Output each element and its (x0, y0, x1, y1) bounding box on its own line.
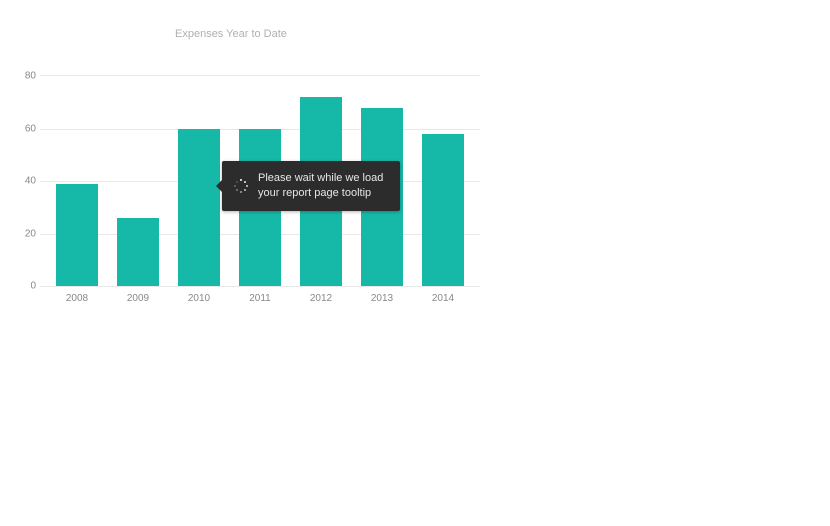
bar-2009[interactable] (117, 218, 159, 286)
x-tick-label: 2013 (361, 293, 403, 304)
y-tick-label: 80 (20, 71, 36, 82)
bar-chart: Expenses Year to Date 020406080 20082009… (0, 0, 500, 320)
plot-area: 020406080 2008200920102011201220132014 P… (40, 75, 480, 286)
y-tick-label: 40 (20, 176, 36, 187)
y-tick-label: 0 (20, 281, 36, 292)
x-tick-label: 2011 (239, 293, 281, 304)
chart-title: Expenses Year to Date (175, 28, 287, 40)
x-tick-label: 2012 (300, 293, 342, 304)
bar-2014[interactable] (422, 134, 464, 286)
x-tick-label: 2014 (422, 293, 464, 304)
spinner-icon (234, 179, 248, 193)
x-tick-label: 2009 (117, 293, 159, 304)
tooltip-text: Please wait while we load your report pa… (258, 172, 383, 199)
loading-tooltip: Please wait while we load your report pa… (222, 161, 400, 211)
bar-2008[interactable] (56, 184, 98, 286)
y-tick-label: 60 (20, 123, 36, 134)
x-tick-label: 2008 (56, 293, 98, 304)
x-tick-label: 2010 (178, 293, 220, 304)
gridline (40, 286, 480, 287)
y-tick-label: 20 (20, 228, 36, 239)
bar-2010[interactable] (178, 129, 220, 287)
